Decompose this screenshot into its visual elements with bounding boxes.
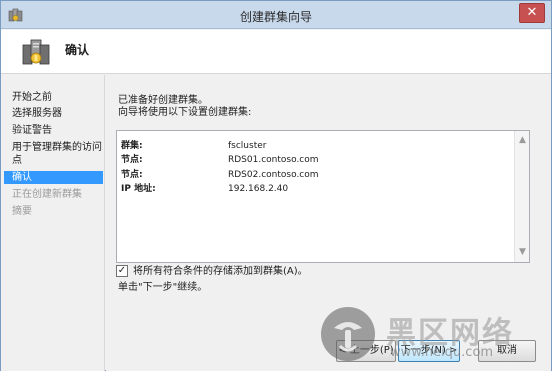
summary-row-value: fscluster xyxy=(228,141,267,151)
nav-item-access-point-cont[interactable]: 点 xyxy=(4,154,103,167)
summary-row-value: RDS02.contoso.com xyxy=(228,170,319,180)
intro-line-1: 已准备好创建群集。 xyxy=(118,95,208,106)
nav-item-select-servers[interactable]: 选择服务器 xyxy=(4,107,103,120)
watermark-url: www.heiqu.com xyxy=(390,345,494,360)
intro-line-2: 向导将使用以下设置创建群集: xyxy=(118,107,252,118)
close-button[interactable]: ✕ xyxy=(519,3,545,23)
wizard-steps-nav: 开始之前 选择服务器 验证警告 用于管理群集的访问 点 确认 正在创建新群集 摘… xyxy=(1,75,105,371)
watermark: 黑区网络 www.heiqu.com xyxy=(320,302,548,368)
window-title: 创建群集向导 xyxy=(239,10,312,24)
nav-item-before-you-begin[interactable]: 开始之前 xyxy=(4,91,103,104)
summary-row-label: IP 地址: xyxy=(121,184,156,194)
add-storage-checkbox[interactable]: ✓ xyxy=(116,265,128,277)
cluster-servers-icon xyxy=(21,37,53,67)
summary-row-value: RDS01.contoso.com xyxy=(228,155,319,165)
summary-row-value: 192.168.2.40 xyxy=(228,184,289,194)
nav-item-confirmation[interactable]: 确认 xyxy=(4,171,103,184)
summary-row-label: 节点: xyxy=(121,170,143,180)
scroll-down-icon[interactable]: ▼ xyxy=(515,245,530,260)
continue-hint: 单击"下一步"继续。 xyxy=(118,282,208,293)
intro-text: 已准备好创建群集。 向导将使用以下设置创建群集: xyxy=(118,95,251,119)
summary-scrollbar[interactable]: ▲ ▼ xyxy=(514,131,529,262)
nav-item-validation-warning[interactable]: 验证警告 xyxy=(4,124,103,137)
summary-row-label: 节点: xyxy=(121,155,143,165)
add-storage-checkbox-label[interactable]: 将所有符合条件的存储添加到群集(A)。 xyxy=(133,265,308,278)
settings-summary-box[interactable]: 群集: fscluster 节点: RDS01.contoso.com 节点: … xyxy=(116,130,530,263)
summary-row-label: 群集: xyxy=(121,141,143,151)
page-title: 确认 xyxy=(65,43,90,57)
nav-item-access-point[interactable]: 用于管理群集的访问 xyxy=(4,141,103,154)
title-bar[interactable]: 创建群集向导 ✕ xyxy=(1,1,551,29)
heiqu-logo-icon xyxy=(320,306,376,362)
scroll-up-icon[interactable]: ▲ xyxy=(515,133,530,148)
nav-item-summary: 摘要 xyxy=(12,206,32,217)
nav-item-creating-cluster: 正在创建新群集 xyxy=(12,189,82,200)
wizard-header: 确认 xyxy=(1,30,551,74)
